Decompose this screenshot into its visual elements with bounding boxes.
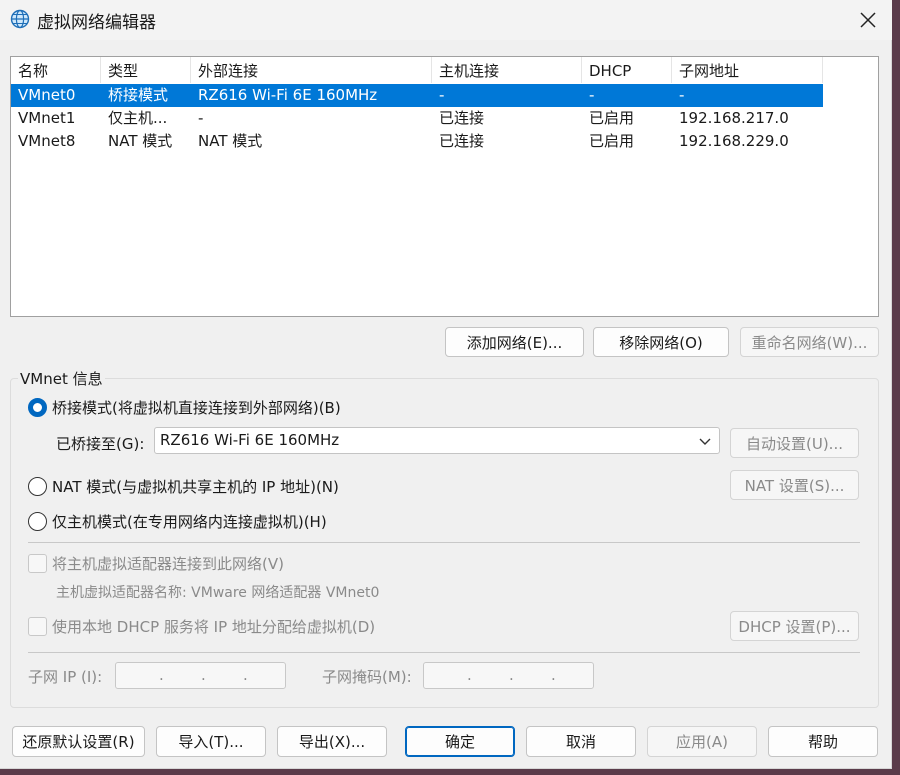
row-name: VMnet1 — [18, 109, 76, 127]
dhcp-settings-button[interactable]: DHCP 设置(P)... — [730, 611, 859, 641]
ok-button[interactable]: 确定 — [405, 726, 515, 757]
help-button[interactable]: 帮助 — [768, 726, 878, 757]
title-bar: 虚拟网络编辑器 — [0, 0, 892, 40]
auto-settings-button[interactable]: 自动设置(U)... — [730, 428, 859, 458]
column-header-external[interactable]: 外部连接 — [191, 57, 432, 83]
host-only-radio[interactable] — [28, 512, 47, 531]
row-subnet: - — [679, 86, 685, 104]
dhcp-checkbox[interactable] — [28, 617, 47, 636]
row-name: VMnet8 — [18, 132, 76, 150]
vmnet-info-title: VMnet 信息 — [18, 368, 105, 389]
remove-network-button[interactable]: 移除网络(O) — [593, 327, 729, 357]
subnet-ip-label: 子网 IP (I): — [28, 668, 103, 686]
export-button[interactable]: 导出(X)... — [277, 726, 387, 757]
table-row[interactable]: VMnet0 桥接模式 RZ616 Wi-Fi 6E 160MHz - - - — [11, 84, 823, 107]
globe-network-icon — [10, 9, 30, 29]
import-button[interactable]: 导入(T)... — [156, 726, 266, 757]
bridged-to-label: 已桥接至(G): — [56, 435, 145, 453]
subnet-ip-input[interactable]: . . . — [115, 662, 286, 689]
row-external: RZ616 Wi-Fi 6E 160MHz — [198, 86, 378, 104]
ip-dot: . — [467, 666, 472, 684]
bridged-to-value: RZ616 Wi-Fi 6E 160MHz — [160, 431, 340, 449]
connect-adapter-label[interactable]: 将主机虚拟适配器连接到此网络(V) — [52, 553, 284, 574]
virtual-network-editor-window: 虚拟网络编辑器 名称 类型 外部连接 主机连接 DHCP 子网地址 VMnet0… — [0, 0, 892, 769]
row-host: 已连接 — [439, 132, 485, 150]
list-header: 名称 类型 外部连接 主机连接 DHCP 子网地址 — [11, 57, 823, 83]
column-header-type[interactable]: 类型 — [101, 57, 191, 83]
dhcp-label[interactable]: 使用本地 DHCP 服务将 IP 地址分配给虚拟机(D) — [52, 616, 375, 637]
row-type: NAT 模式 — [108, 132, 173, 150]
subnet-mask-input[interactable]: . . . — [423, 662, 594, 689]
ip-dot: . — [159, 666, 164, 684]
add-network-button[interactable]: 添加网络(E)... — [445, 327, 584, 357]
window-title: 虚拟网络编辑器 — [37, 13, 156, 33]
bridged-to-dropdown[interactable]: RZ616 Wi-Fi 6E 160MHz — [154, 427, 720, 454]
column-header-name[interactable]: 名称 — [11, 57, 101, 83]
row-subnet: 192.168.217.0 — [679, 109, 789, 127]
close-icon[interactable] — [850, 2, 886, 38]
row-host: 已连接 — [439, 109, 485, 127]
ip-dot: . — [509, 666, 514, 684]
row-dhcp: 已启用 — [589, 132, 635, 150]
ip-dot: . — [201, 666, 206, 684]
adapter-name-label: 主机虚拟适配器名称: VMware 网络适配器 VMnet0 — [56, 585, 380, 601]
bridged-label[interactable]: 桥接模式(将虚拟机直接连接到外部网络)(B) — [52, 397, 341, 418]
row-subnet: 192.168.229.0 — [679, 132, 789, 150]
divider — [28, 652, 860, 653]
table-row[interactable]: VMnet8 NAT 模式 NAT 模式 已连接 已启用 192.168.229… — [11, 130, 823, 153]
row-name: VMnet0 — [18, 86, 76, 104]
rename-network-button[interactable]: 重命名网络(W)... — [740, 327, 879, 357]
chevron-down-icon — [697, 433, 713, 449]
row-external: - — [198, 109, 204, 127]
column-header-subnet[interactable]: 子网地址 — [672, 57, 823, 83]
row-dhcp: - — [589, 86, 595, 104]
nat-label[interactable]: NAT 模式(与虚拟机共享主机的 IP 地址)(N) — [52, 476, 339, 497]
restore-defaults-button[interactable]: 还原默认设置(R) — [12, 726, 145, 757]
cancel-button[interactable]: 取消 — [526, 726, 636, 757]
row-dhcp: 已启用 — [589, 109, 635, 127]
column-header-host[interactable]: 主机连接 — [432, 57, 582, 83]
row-host: - — [439, 86, 445, 104]
subnet-mask-label: 子网掩码(M): — [322, 668, 412, 686]
bridged-radio[interactable] — [28, 398, 47, 417]
nat-radio[interactable] — [28, 477, 47, 496]
column-header-dhcp[interactable]: DHCP — [582, 57, 672, 83]
apply-button[interactable]: 应用(A) — [647, 726, 757, 757]
ip-dot: . — [243, 666, 248, 684]
ip-dot: . — [551, 666, 556, 684]
row-type: 桥接模式 — [108, 86, 169, 104]
divider — [28, 542, 860, 543]
row-external: NAT 模式 — [198, 132, 263, 150]
table-row[interactable]: VMnet1 仅主机... - 已连接 已启用 192.168.217.0 — [11, 107, 823, 130]
network-list[interactable]: 名称 类型 外部连接 主机连接 DHCP 子网地址 VMnet0 桥接模式 RZ… — [10, 56, 879, 317]
row-type: 仅主机... — [108, 109, 168, 127]
nat-settings-button[interactable]: NAT 设置(S)... — [730, 470, 859, 500]
connect-adapter-checkbox[interactable] — [28, 554, 47, 573]
host-only-label[interactable]: 仅主机模式(在专用网络内连接虚拟机)(H) — [52, 511, 327, 532]
